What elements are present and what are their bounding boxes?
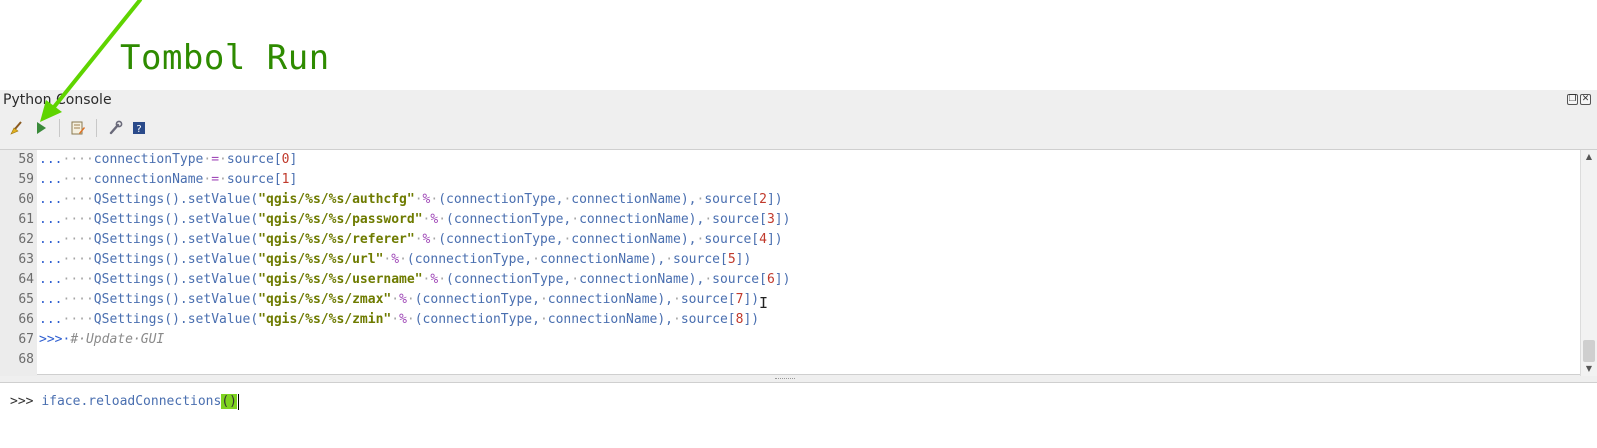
line-number: 67	[18, 332, 34, 347]
input-prompt: >>>	[10, 394, 42, 409]
line-code: ...····connectionName·=·source[1]	[39, 172, 298, 187]
line-code: ...····connectionType·=·source[0]	[39, 152, 298, 167]
panel-controls: ❐ ✕	[1567, 94, 1591, 105]
close-icon[interactable]: ✕	[1580, 94, 1591, 105]
output-line: 66 ...····QSettings().setValue("qgis/%s/%…	[0, 310, 1580, 330]
line-number: 58	[18, 152, 34, 167]
console-output-editor[interactable]: 58 ...····connectionType·=·source[0] 59...…	[0, 149, 1597, 376]
line-code: ...····QSettings().setValue("qgis/%s/%s/…	[39, 292, 760, 307]
line-number: 66	[18, 312, 34, 327]
toolbar-separator	[59, 119, 60, 137]
matching-paren-highlight: ()	[221, 394, 237, 409]
annotation-area: Tombol Run	[0, 0, 1597, 90]
help-book-icon: ?	[133, 122, 145, 135]
line-number: 65	[18, 292, 34, 307]
play-icon	[37, 122, 46, 134]
show-editor-button[interactable]	[67, 117, 89, 139]
output-line: 62 ...····QSettings().setValue("qgis/%s/%…	[0, 230, 1580, 250]
float-icon[interactable]: ❐	[1567, 94, 1578, 105]
text-cursor-icon: I	[759, 294, 769, 312]
line-number: 63	[18, 252, 34, 267]
output-line: 65 ...····QSettings().setValue("qgis/%s/%…	[0, 290, 1580, 310]
line-code: ...····QSettings().setValue("qgis/%s/%s/…	[39, 212, 791, 227]
edit-script-icon	[71, 121, 85, 135]
console-input[interactable]: >>> iface.reloadConnections()	[0, 382, 1597, 448]
line-code: >>>·#·Update·GUI	[39, 332, 165, 347]
output-line: 67 >>>·#·Update·GUI	[0, 330, 1580, 350]
output-line: 59 ...····connectionName·=·source[1]	[0, 170, 1580, 190]
run-command-button[interactable]	[30, 117, 52, 139]
splitter-grip	[775, 378, 795, 380]
vertical-scrollbar[interactable]: ▲ ▼	[1580, 150, 1597, 376]
line-code: ...····QSettings().setValue("qgis/%s/%s/…	[39, 272, 791, 287]
scroll-up-icon[interactable]: ▲	[1584, 152, 1594, 162]
line-number: 62	[18, 232, 34, 247]
toolbar-separator	[96, 119, 97, 137]
scroll-down-icon[interactable]: ▼	[1584, 364, 1594, 374]
scrollbar-thumb[interactable]	[1583, 340, 1595, 362]
line-code: ...····QSettings().setValue("qgis/%s/%s/…	[39, 192, 783, 207]
line-number: 60	[18, 192, 34, 207]
output-line: 60 ...····QSettings().setValue("qgis/%s/%…	[0, 190, 1580, 210]
help-button[interactable]: ?	[128, 117, 150, 139]
panel-title: Python Console	[3, 92, 112, 108]
output-line: 63 ...····QSettings().setValue("qgis/%s/%…	[0, 250, 1580, 270]
line-number: 59	[18, 172, 34, 187]
options-button[interactable]	[104, 117, 126, 139]
line-code: ...····QSettings().setValue("qgis/%s/%s/…	[39, 232, 783, 247]
output-line: 64 ...····QSettings().setValue("qgis/%s/%…	[0, 270, 1580, 290]
line-number: 64	[18, 272, 34, 287]
input-line: >>> iface.reloadConnections()	[10, 392, 239, 412]
line-code: ...····QSettings().setValue("qgis/%s/%s/…	[39, 312, 760, 327]
console-toolbar: ?	[0, 112, 1597, 144]
broom-icon	[10, 121, 22, 135]
wrench-icon	[109, 120, 123, 135]
output-lines: 58 ...····connectionType·=·source[0] 59...…	[0, 150, 1580, 370]
output-line: 61 ...····QSettings().setValue("qgis/%s/%…	[0, 210, 1580, 230]
line-number: 68	[18, 352, 34, 367]
clear-console-button[interactable]	[6, 117, 28, 139]
panel-header: Python Console ❐ ✕	[0, 90, 1597, 112]
svg-text:?: ?	[136, 124, 141, 135]
annotation-title: Tombol Run	[120, 38, 330, 78]
output-line: 58 ...····connectionType·=·source[0]	[0, 150, 1580, 170]
output-line: 68	[0, 350, 1580, 370]
text-caret	[237, 393, 239, 410]
line-number: 61	[18, 212, 34, 227]
line-code: ...····QSettings().setValue("qgis/%s/%s/…	[39, 252, 752, 267]
python-console-panel: Python Console ❐ ✕ ? 58 ...····connectio…	[0, 90, 1597, 448]
input-code: iface.reloadConnections	[41, 394, 222, 409]
